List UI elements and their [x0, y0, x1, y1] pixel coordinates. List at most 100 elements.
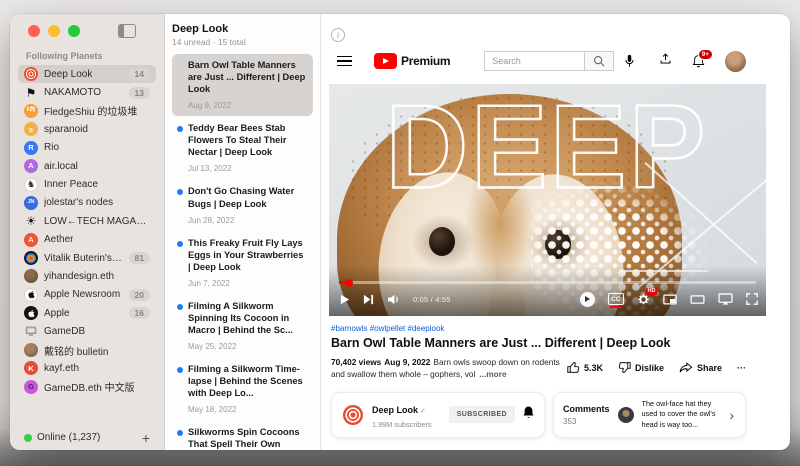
miniplayer-button[interactable]	[663, 294, 677, 305]
channel-name[interactable]: Deep Look✓	[372, 405, 426, 415]
cast-button[interactable]	[718, 293, 733, 305]
article-item[interactable]: Don't Go Chasing Water Bugs | Deep Look J…	[172, 180, 313, 230]
feed-letter-icon: s	[24, 122, 38, 136]
autoplay-toggle[interactable]	[580, 292, 595, 307]
sidebar-item-rio[interactable]: RRio	[18, 139, 156, 157]
unread-dot	[177, 367, 183, 373]
play-button[interactable]	[339, 294, 350, 305]
feed-photo-avatar	[24, 269, 38, 283]
sidebar-item-yihandesign-eth[interactable]: yihandesign.eth	[18, 267, 156, 285]
sidebar-item-label: jolestar's nodes	[44, 197, 113, 208]
search-button[interactable]	[584, 51, 614, 71]
article-list-panel: Deep Look 14 unread · 15 total Barn Owl …	[165, 14, 321, 450]
notifications-bell-icon[interactable]: 9+	[692, 54, 705, 68]
dislike-button[interactable]: Dislike	[618, 361, 664, 374]
progress-bar[interactable]	[339, 281, 756, 284]
sidebar-item-deep-look[interactable]: Deep Look14	[18, 65, 156, 83]
article-item[interactable]: Filming A Silkworm Spinning Its Cocoon i…	[172, 295, 313, 357]
feed-avatar-icon	[24, 251, 38, 265]
sidebar-item-label: Apple Newsroom	[44, 289, 120, 300]
sidebar-item-label: Apple	[44, 308, 70, 319]
quality-badge: HD	[646, 288, 657, 295]
online-status-label: Online (1,237)	[37, 432, 100, 443]
feed-letter-icon: F的	[24, 104, 38, 118]
subscribed-button[interactable]: SUBSCRIBED	[449, 406, 515, 423]
share-button[interactable]: Share	[679, 362, 722, 374]
youtube-premium-logo[interactable]: Premium	[374, 53, 450, 69]
sidebar-item-apple-newsroom[interactable]: Apple Newsroom 20	[18, 286, 156, 304]
volume-icon[interactable]	[387, 294, 400, 305]
sidebar-item-gamedb-eth[interactable]: GGameDB.eth 中文版	[18, 378, 156, 396]
article-date: Jul 13, 2022	[188, 164, 308, 173]
sidebar-item-low-tech-magazine[interactable]: ☀LOW←TECH MAGAZINE	[18, 212, 156, 230]
sidebar-item-kayf-eth[interactable]: Kkayf.eth	[18, 359, 156, 377]
minimize-window-button[interactable]	[48, 25, 60, 37]
menu-icon[interactable]	[337, 56, 352, 67]
sidebar-item-aether[interactable]: AAether	[18, 231, 156, 249]
article-item[interactable]: Silkworms Spin Cocoons That Spell Their …	[172, 421, 313, 450]
time-display: 0:05 / 4:55	[413, 295, 451, 304]
feed-glyph-icon: ⚑	[24, 86, 38, 100]
video-meta: 70,402 viewsAug 9, 2022Barn owls swoop d…	[331, 356, 567, 381]
article-date: Jun 7, 2022	[188, 279, 308, 288]
video-hashtags[interactable]: #barnowls #owlpellet #deeplook	[331, 324, 790, 333]
sidebar-item-label: 戴铭的 bulletin	[44, 343, 108, 358]
article-item[interactable]: Filming a Silkworm Time-lapse | Behind t…	[172, 358, 313, 420]
article-date: May 25, 2022	[188, 342, 308, 351]
comments-preview-card[interactable]: Comments 353 The owl-face hat they used …	[553, 392, 746, 438]
feed-letter-icon: A	[24, 233, 38, 247]
article-info-icon[interactable]: i	[331, 28, 345, 42]
captions-button[interactable]: CC	[608, 293, 624, 305]
youtube-logo-text: Premium	[401, 54, 450, 68]
feed-photo-avatar	[24, 343, 38, 357]
expand-comments-chevron[interactable]: ›	[727, 407, 736, 423]
player-controls-right: CC HD	[580, 292, 758, 307]
comment-preview-text: The owl-face hat they used to cover the …	[642, 399, 720, 431]
article-title: Don't Go Chasing Water Bugs | Deep Look	[188, 185, 308, 209]
article-item[interactable]: This Freaky Fruit Fly Lays Eggs in Your …	[172, 232, 313, 294]
close-window-button[interactable]	[28, 25, 40, 37]
sidebar-item-fledgeshiu[interactable]: F的FledgeShiu 的垃圾堆	[18, 102, 156, 120]
article-title: Filming A Silkworm Spinning Its Cocoon i…	[188, 300, 308, 336]
show-more-link[interactable]: ...more	[479, 369, 506, 379]
article-item[interactable]: Teddy Bear Bees Stab Flowers To Steal Th…	[172, 117, 313, 179]
add-planet-button[interactable]: +	[142, 433, 150, 443]
sidebar-item-gamedb[interactable]: GameDB	[18, 322, 156, 340]
feed-art-icon: ♞	[24, 178, 38, 192]
article-item[interactable]: Barn Owl Table Manners are Just ... Diff…	[172, 54, 313, 116]
fullscreen-button[interactable]	[746, 293, 758, 305]
channel-bell-icon[interactable]	[522, 405, 535, 424]
like-button[interactable]: 5.3K	[567, 361, 603, 374]
video-title: Barn Owl Table Manners are Just ... Diff…	[331, 336, 790, 350]
sidebar-item-label: yihandesign.eth	[44, 271, 114, 282]
sidebar-item-air-local[interactable]: Aair.local	[18, 157, 156, 175]
sidebar-item-nakamoto[interactable]: ⚑NAKAMOTO13	[18, 83, 156, 101]
sidebar-item-vitalik-buterin-s-we[interactable]: Vitalik Buterin's we...81	[18, 249, 156, 267]
sidebar-item-jolestar-s-nodes[interactable]: JNjolestar's nodes	[18, 194, 156, 212]
settings-gear-icon[interactable]: HD	[637, 293, 650, 306]
theater-mode-button[interactable]	[690, 294, 705, 305]
sidebar-item-label: kayf.eth	[44, 363, 79, 374]
toggle-sidebar-icon[interactable]	[118, 24, 136, 38]
article-date: Jun 28, 2022	[188, 216, 308, 225]
feed-letter-icon: K	[24, 361, 38, 375]
sidebar-item-apple[interactable]: Apple16	[18, 304, 156, 322]
channel-avatar[interactable]	[341, 403, 365, 427]
voice-search-icon[interactable]	[624, 54, 635, 68]
video-player[interactable]: DEEP 0:05 / 4:55 CC HD	[329, 84, 766, 316]
account-avatar[interactable]	[725, 51, 746, 72]
sidebar-item-sparanoid[interactable]: ssparanoid	[18, 120, 156, 138]
article-title: Filming a Silkworm Time-lapse | Behind t…	[188, 363, 308, 399]
sidebar-item-bulletin[interactable]: 戴铭的 bulletin	[18, 341, 156, 359]
more-actions-button[interactable]: ···	[737, 363, 746, 373]
comment-avatar	[618, 407, 634, 423]
sidebar-item-label: GameDB.eth 中文版	[44, 379, 135, 394]
sidebar-item-inner-peace[interactable]: ♞Inner Peace	[18, 175, 156, 193]
article-title: Silkworms Spin Cocoons That Spell Their …	[188, 426, 308, 450]
search-input[interactable]	[484, 51, 584, 71]
upload-icon[interactable]	[659, 52, 672, 70]
unread-count-badge: 20	[129, 289, 150, 301]
search-icon	[593, 55, 605, 67]
next-button[interactable]	[363, 294, 374, 305]
zoom-window-button[interactable]	[68, 25, 80, 37]
